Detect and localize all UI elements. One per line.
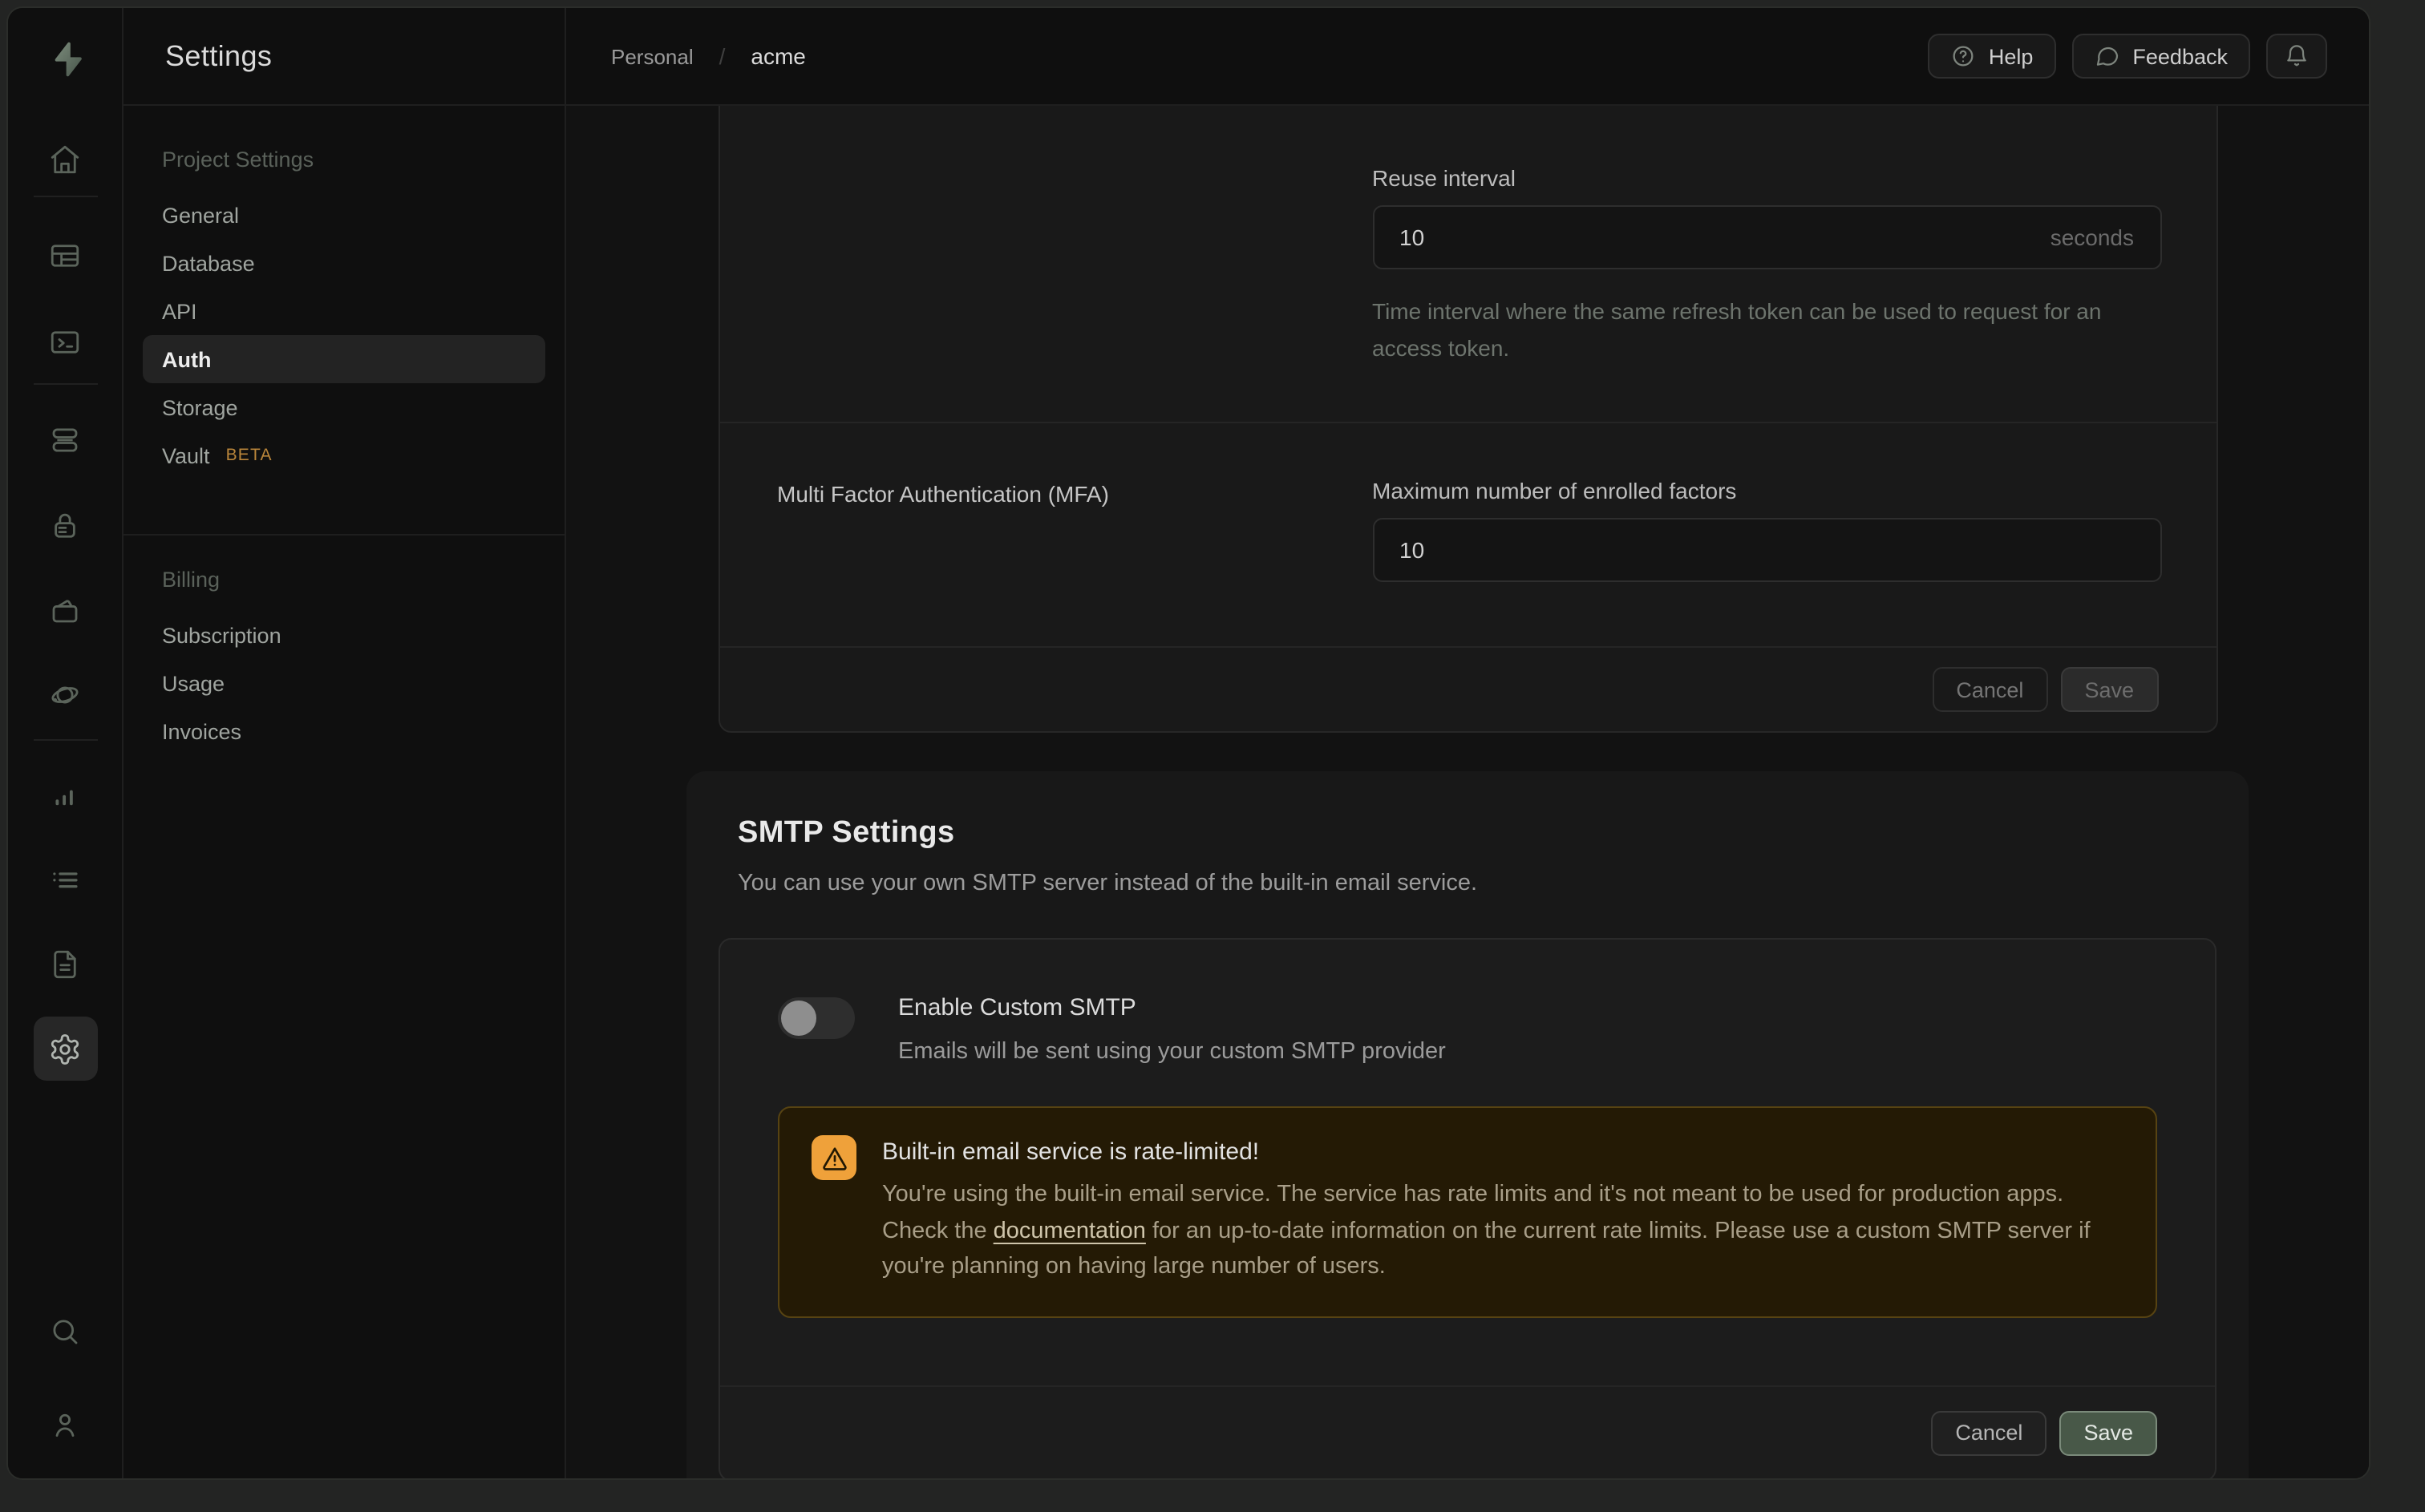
enable-smtp-toggle[interactable] xyxy=(778,997,855,1039)
table-editor-icon[interactable] xyxy=(33,223,97,287)
nav-heading: Billing xyxy=(123,568,565,592)
nav-heading: Project Settings xyxy=(123,148,565,172)
mfa-section-label: Multi Factor Authentication (MFA) xyxy=(777,478,1372,582)
storage-icon[interactable] xyxy=(33,577,97,641)
rail-divider xyxy=(33,196,97,197)
enable-smtp-row: Enable Custom SMTP Emails will be sent u… xyxy=(720,940,2215,1065)
sidebar-item-database[interactable]: Database xyxy=(123,239,565,287)
breadcrumb-separator: / xyxy=(719,43,726,69)
docs-icon[interactable] xyxy=(33,932,97,996)
feedback-bubble-icon xyxy=(2094,43,2119,69)
sidebar-item-label: Vault xyxy=(162,443,210,467)
home-icon[interactable] xyxy=(33,127,97,191)
smtp-description: You can use your own SMTP server instead… xyxy=(738,871,2217,896)
sidebar-item-api[interactable]: API xyxy=(123,287,565,335)
auth-lock-icon[interactable] xyxy=(33,494,97,558)
screen: Settings Project Settings General Databa… xyxy=(0,0,2425,1512)
save-button[interactable]: Save xyxy=(2059,1410,2157,1455)
enable-smtp-label: Enable Custom SMTP xyxy=(898,994,1446,1021)
auth-settings-card: Reuse interval seconds Time interval whe… xyxy=(718,106,2217,733)
reuse-interval-input-wrap: seconds xyxy=(1372,205,2161,269)
sidebar-item-vault[interactable]: Vault BETA xyxy=(123,431,565,479)
reuse-interval-label: Reuse interval xyxy=(1372,165,2161,191)
settings-sidebar: Settings Project Settings General Databa… xyxy=(123,8,566,1478)
mfa-field-label: Maximum number of enrolled factors xyxy=(1372,478,2161,503)
feedback-button[interactable]: Feedback xyxy=(2071,34,2250,79)
warning-title: Built-in email service is rate-limited! xyxy=(882,1138,2123,1166)
edge-functions-icon[interactable] xyxy=(33,662,97,726)
help-button[interactable]: Help xyxy=(1928,34,2056,79)
rail-divider xyxy=(33,739,97,741)
logs-icon[interactable] xyxy=(33,847,97,911)
nav-group-billing: Billing Subscription Usage Invoices xyxy=(123,536,565,784)
reuse-interval-unit: seconds xyxy=(2051,224,2134,250)
icon-rail xyxy=(8,8,123,1478)
search-icon[interactable] xyxy=(33,1299,97,1363)
cancel-button[interactable]: Cancel xyxy=(1931,1410,2046,1455)
cancel-button[interactable]: Cancel xyxy=(1932,667,2047,712)
settings-nav: Project Settings General Database API Au… xyxy=(123,106,565,784)
sidebar-item-auth[interactable]: Auth xyxy=(143,335,545,383)
reuse-interval-help: Time interval where the same refresh tok… xyxy=(1372,293,2161,367)
smtp-section: SMTP Settings You can use your own SMTP … xyxy=(686,771,2249,1478)
main-area: Personal / acme Help Feedback xyxy=(566,8,2369,1478)
help-circle-icon xyxy=(1950,43,1976,69)
breadcrumb-org[interactable]: Personal xyxy=(611,44,694,68)
smtp-title: SMTP Settings xyxy=(738,816,2217,851)
nav-group-project-settings: Project Settings General Database API Au… xyxy=(123,106,565,508)
auth-card-footer: Cancel Save xyxy=(719,646,2216,731)
settings-gear-icon[interactable] xyxy=(33,1017,97,1081)
sidebar-header: Settings xyxy=(123,8,565,106)
supabase-logo-icon[interactable] xyxy=(34,30,95,88)
database-icon[interactable] xyxy=(33,407,97,471)
sidebar-item-invoices[interactable]: Invoices xyxy=(123,707,565,755)
sidebar-item-storage[interactable]: Storage xyxy=(123,383,565,431)
top-actions: Help Feedback xyxy=(1928,34,2327,79)
page-title: Settings xyxy=(165,39,272,73)
warning-body: You're using the built-in email service.… xyxy=(882,1177,2123,1285)
mfa-row: Multi Factor Authentication (MFA) Maximu… xyxy=(719,422,2216,646)
reuse-interval-input[interactable] xyxy=(1399,224,2031,250)
notifications-button[interactable] xyxy=(2266,34,2327,79)
rail-divider xyxy=(33,383,97,385)
smtp-card-footer: Cancel Save xyxy=(720,1385,2215,1478)
warning-triangle-icon xyxy=(812,1135,856,1180)
documentation-link[interactable]: documentation xyxy=(994,1218,1146,1243)
top-bar: Personal / acme Help Feedback xyxy=(566,8,2369,106)
reuse-interval-row: Reuse interval seconds Time interval whe… xyxy=(719,106,2216,422)
mfa-input-wrap xyxy=(1372,518,2161,582)
toggle-knob xyxy=(781,1001,816,1036)
app-window: Settings Project Settings General Databa… xyxy=(6,6,2370,1480)
profile-icon[interactable] xyxy=(33,1392,97,1456)
beta-badge: BETA xyxy=(226,446,273,465)
sidebar-item-subscription[interactable]: Subscription xyxy=(123,611,565,659)
bell-icon xyxy=(2284,43,2310,69)
mfa-max-factors-input[interactable] xyxy=(1399,537,2134,563)
rate-limit-warning: Built-in email service is rate-limited! … xyxy=(778,1106,2157,1317)
sidebar-item-general[interactable]: General xyxy=(123,191,565,239)
enable-smtp-sublabel: Emails will be sent using your custom SM… xyxy=(898,1039,1446,1065)
reports-icon[interactable] xyxy=(33,762,97,826)
smtp-card: Enable Custom SMTP Emails will be sent u… xyxy=(719,938,2217,1478)
sidebar-item-usage[interactable]: Usage xyxy=(123,659,565,707)
sql-editor-icon[interactable] xyxy=(33,309,97,374)
content-scroll-area[interactable]: Reuse interval seconds Time interval whe… xyxy=(566,106,2369,1478)
breadcrumb-project[interactable]: acme xyxy=(751,43,805,69)
save-button[interactable]: Save xyxy=(2060,667,2158,712)
